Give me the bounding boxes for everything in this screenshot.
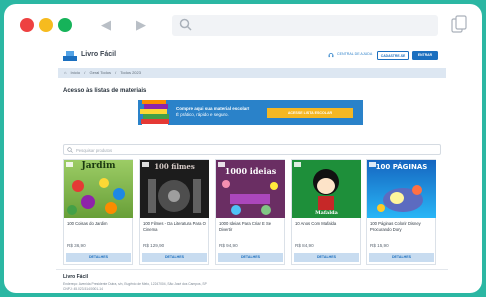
product-price: R$ 15,90 (370, 243, 389, 248)
product-card[interactable]: 100 PÁGINAS 100 Páginas Colorir Disney P… (366, 159, 436, 265)
product-price: R$ 84,90 (295, 243, 314, 248)
school-list-button[interactable]: ACESSE LISTA ESCOLAR (267, 108, 353, 118)
cover-title: 100 filmes (154, 162, 195, 171)
product-cover[interactable]: 100 filmes (140, 160, 209, 218)
search-icon (67, 147, 73, 153)
details-button[interactable]: DETALHES (142, 253, 207, 262)
browser-chrome: ◀ ▶ (4, 4, 482, 44)
product-card[interactable]: 100 filmes 100 Filmes - Da Literatura Pa… (139, 159, 209, 265)
cover-title: 100 PÁGINAS (375, 163, 428, 171)
product-cover[interactable]: 100 PÁGINAS (367, 160, 436, 218)
product-name[interactable]: 1000 Ideias Para Criar E Se Divertir (219, 221, 283, 232)
product-card[interactable]: Mafalda 10 Anos Com Mafalda R$ 84,90 DET… (291, 159, 361, 265)
product-price: R$ 129,90 (143, 243, 165, 248)
browser-window: ◀ ▶ Livro Fácil CENTRAL DE AJUDA CADASTR… (4, 4, 482, 293)
breadcrumb-item-home[interactable]: Início (71, 70, 81, 75)
cover-illustration (377, 185, 423, 212)
details-button[interactable]: DETALHES (369, 253, 434, 262)
address-bar[interactable] (172, 15, 438, 36)
product-cover[interactable]: 1000 ideias (216, 160, 285, 218)
cover-illustration (313, 169, 339, 210)
minimize-window-button[interactable] (39, 18, 53, 32)
banner-subline: É prático, rápido e seguro. (176, 112, 229, 117)
cover-illustration (148, 179, 201, 213)
product-card[interactable]: 1000 ideias 1000 Ideias Para Criar E Se … (215, 159, 285, 265)
search-icon (179, 18, 192, 31)
logo-icon (63, 51, 77, 61)
books-stack-icon (140, 100, 169, 126)
banner-headline: Compre aqui sua material escolar! (176, 106, 250, 111)
web-page: Livro Fácil CENTRAL DE AJUDA CADASTRE-SE… (56, 44, 448, 293)
help-link[interactable]: CENTRAL DE AJUDA (337, 52, 372, 56)
site-footer: Livro Fácil Endereço: Avenida Presidente… (56, 269, 448, 293)
product-cover[interactable]: Jardim (64, 160, 133, 218)
cover-title: 1000 ideias (224, 166, 277, 176)
site-header: Livro Fácil CENTRAL DE AJUDA CADASTRE-SE… (56, 48, 448, 66)
product-name[interactable]: 100 Páginas Colorir Disney Procurando Do… (370, 221, 434, 232)
banner-text: Compre aqui sua material escolar! É prát… (176, 106, 250, 118)
footer-address: Endereço: Avenida Presidente Dutra, s/n,… (63, 282, 207, 286)
product-name[interactable]: 100 Coisas do Jardim (67, 221, 131, 227)
product-cover[interactable]: Mafalda (292, 160, 361, 218)
details-button[interactable]: DETALHES (218, 253, 283, 262)
product-price: R$ 36,90 (67, 243, 86, 248)
product-search-input[interactable]: Pesquisar produtos (63, 144, 441, 155)
cover-illustration (222, 180, 278, 215)
brand-name: Livro Fácil (81, 51, 117, 58)
cover-title: Jardim (81, 161, 116, 171)
close-window-button[interactable] (20, 18, 34, 32)
page-title: Acesso às listas de materiais (63, 88, 147, 94)
product-card[interactable]: Jardim 100 Coisas do Jardim R$ 36,90 DET… (63, 159, 133, 265)
product-price: R$ 94,90 (219, 243, 238, 248)
product-list: Jardim 100 Coisas do Jardim R$ 36,90 DET… (63, 159, 441, 265)
forward-arrow-icon[interactable]: ▶ (131, 15, 151, 35)
login-button[interactable]: ENTRAR (412, 51, 438, 60)
breadcrumb: ⌂ Início / Geral Todos / Todos 2023 (58, 68, 446, 78)
footer-cnpj: CNPJ: 45.023.514/0001-14 (63, 287, 103, 291)
maximize-window-button[interactable] (58, 18, 72, 32)
product-name[interactable]: 10 Anos Com Mafalda (295, 221, 359, 227)
footer-brand: Livro Fácil (63, 274, 89, 280)
product-name[interactable]: 100 Filmes - Da Literatura Para O Cinema (143, 221, 207, 232)
register-button[interactable]: CADASTRE-SE (377, 51, 409, 60)
search-placeholder: Pesquisar produtos (76, 147, 113, 153)
cover-title: Mafalda (315, 210, 338, 216)
headset-icon (328, 53, 334, 58)
details-button[interactable]: DETALHES (294, 253, 359, 262)
details-button[interactable]: DETALHES (66, 253, 131, 262)
home-icon[interactable]: ⌂ (64, 70, 66, 75)
breadcrumb-item-current: Todos 2023 (120, 70, 141, 75)
breadcrumb-item-general[interactable]: Geral Todos (89, 70, 111, 75)
copy-icon[interactable] (451, 15, 467, 34)
cover-illustration (67, 178, 125, 215)
back-arrow-icon[interactable]: ◀ (96, 15, 116, 35)
